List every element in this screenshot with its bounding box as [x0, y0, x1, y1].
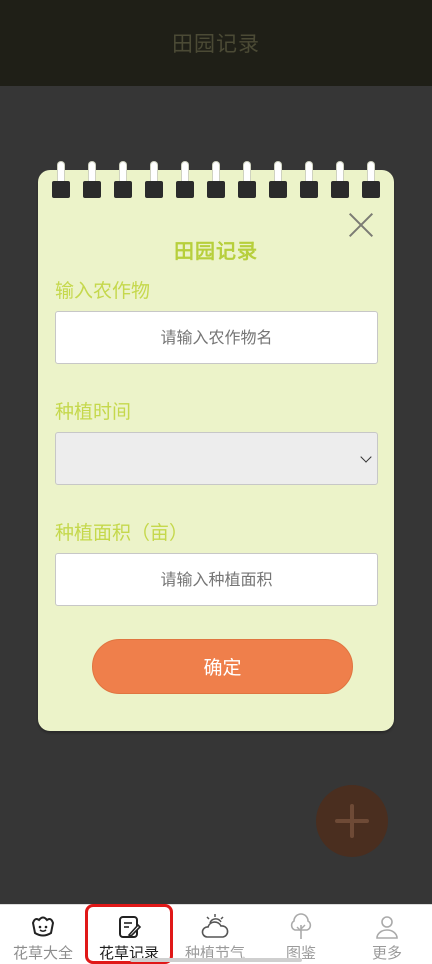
flower-pot-icon — [31, 916, 55, 937]
spiral-ring — [207, 162, 225, 202]
spiral-ring — [362, 162, 380, 202]
tab-atlas[interactable]: 图鉴 — [258, 905, 344, 964]
spiral-ring — [114, 162, 132, 202]
tab-planting-seasons[interactable]: 种植节气 — [172, 905, 258, 964]
spiral-ring — [269, 162, 287, 202]
crop-label: 输入农作物 — [55, 280, 151, 302]
confirm-button[interactable]: 确定 — [92, 639, 353, 694]
spiral-ring — [52, 162, 70, 202]
spiral-ring — [145, 162, 163, 202]
sun-cloud-icon — [201, 914, 229, 938]
planting-area-input[interactable] — [55, 553, 378, 606]
tab-more[interactable]: 更多 — [344, 905, 430, 964]
crop-name-input[interactable] — [55, 311, 378, 364]
chevron-down-icon — [360, 451, 372, 463]
planting-area-label: 种植面积（亩） — [55, 522, 189, 544]
spiral-ring — [83, 162, 101, 202]
page-title: 田园记录 — [172, 32, 260, 56]
app-header: 田园记录 — [0, 0, 432, 86]
add-record-button[interactable] — [316, 785, 388, 857]
bottom-tab-bar: 花草大全 花草记录 种植节气 图鉴 更多 — [0, 904, 432, 964]
tree-icon — [290, 913, 312, 939]
tab-flower-encyclopedia[interactable]: 花草大全 — [0, 905, 86, 964]
spiral-ring — [238, 162, 256, 202]
record-dialog: 田园记录 输入农作物 种植时间 种植面积（亩） 确定 — [38, 162, 394, 731]
plus-icon — [335, 804, 369, 838]
tab-flower-record[interactable]: 花草记录 — [86, 905, 172, 964]
edit-note-icon — [119, 916, 142, 938]
spiral-ring — [331, 162, 349, 202]
user-icon — [376, 916, 398, 939]
planting-time-select[interactable] — [55, 432, 378, 485]
notebook-spiral — [38, 162, 394, 204]
tab-label: 更多 — [371, 944, 402, 962]
spiral-ring — [300, 162, 318, 202]
spiral-ring — [176, 162, 194, 202]
dialog-title: 田园记录 — [174, 239, 258, 263]
planting-time-label: 种植时间 — [55, 401, 132, 423]
home-indicator[interactable] — [130, 958, 302, 962]
tab-label: 花草大全 — [12, 944, 73, 962]
